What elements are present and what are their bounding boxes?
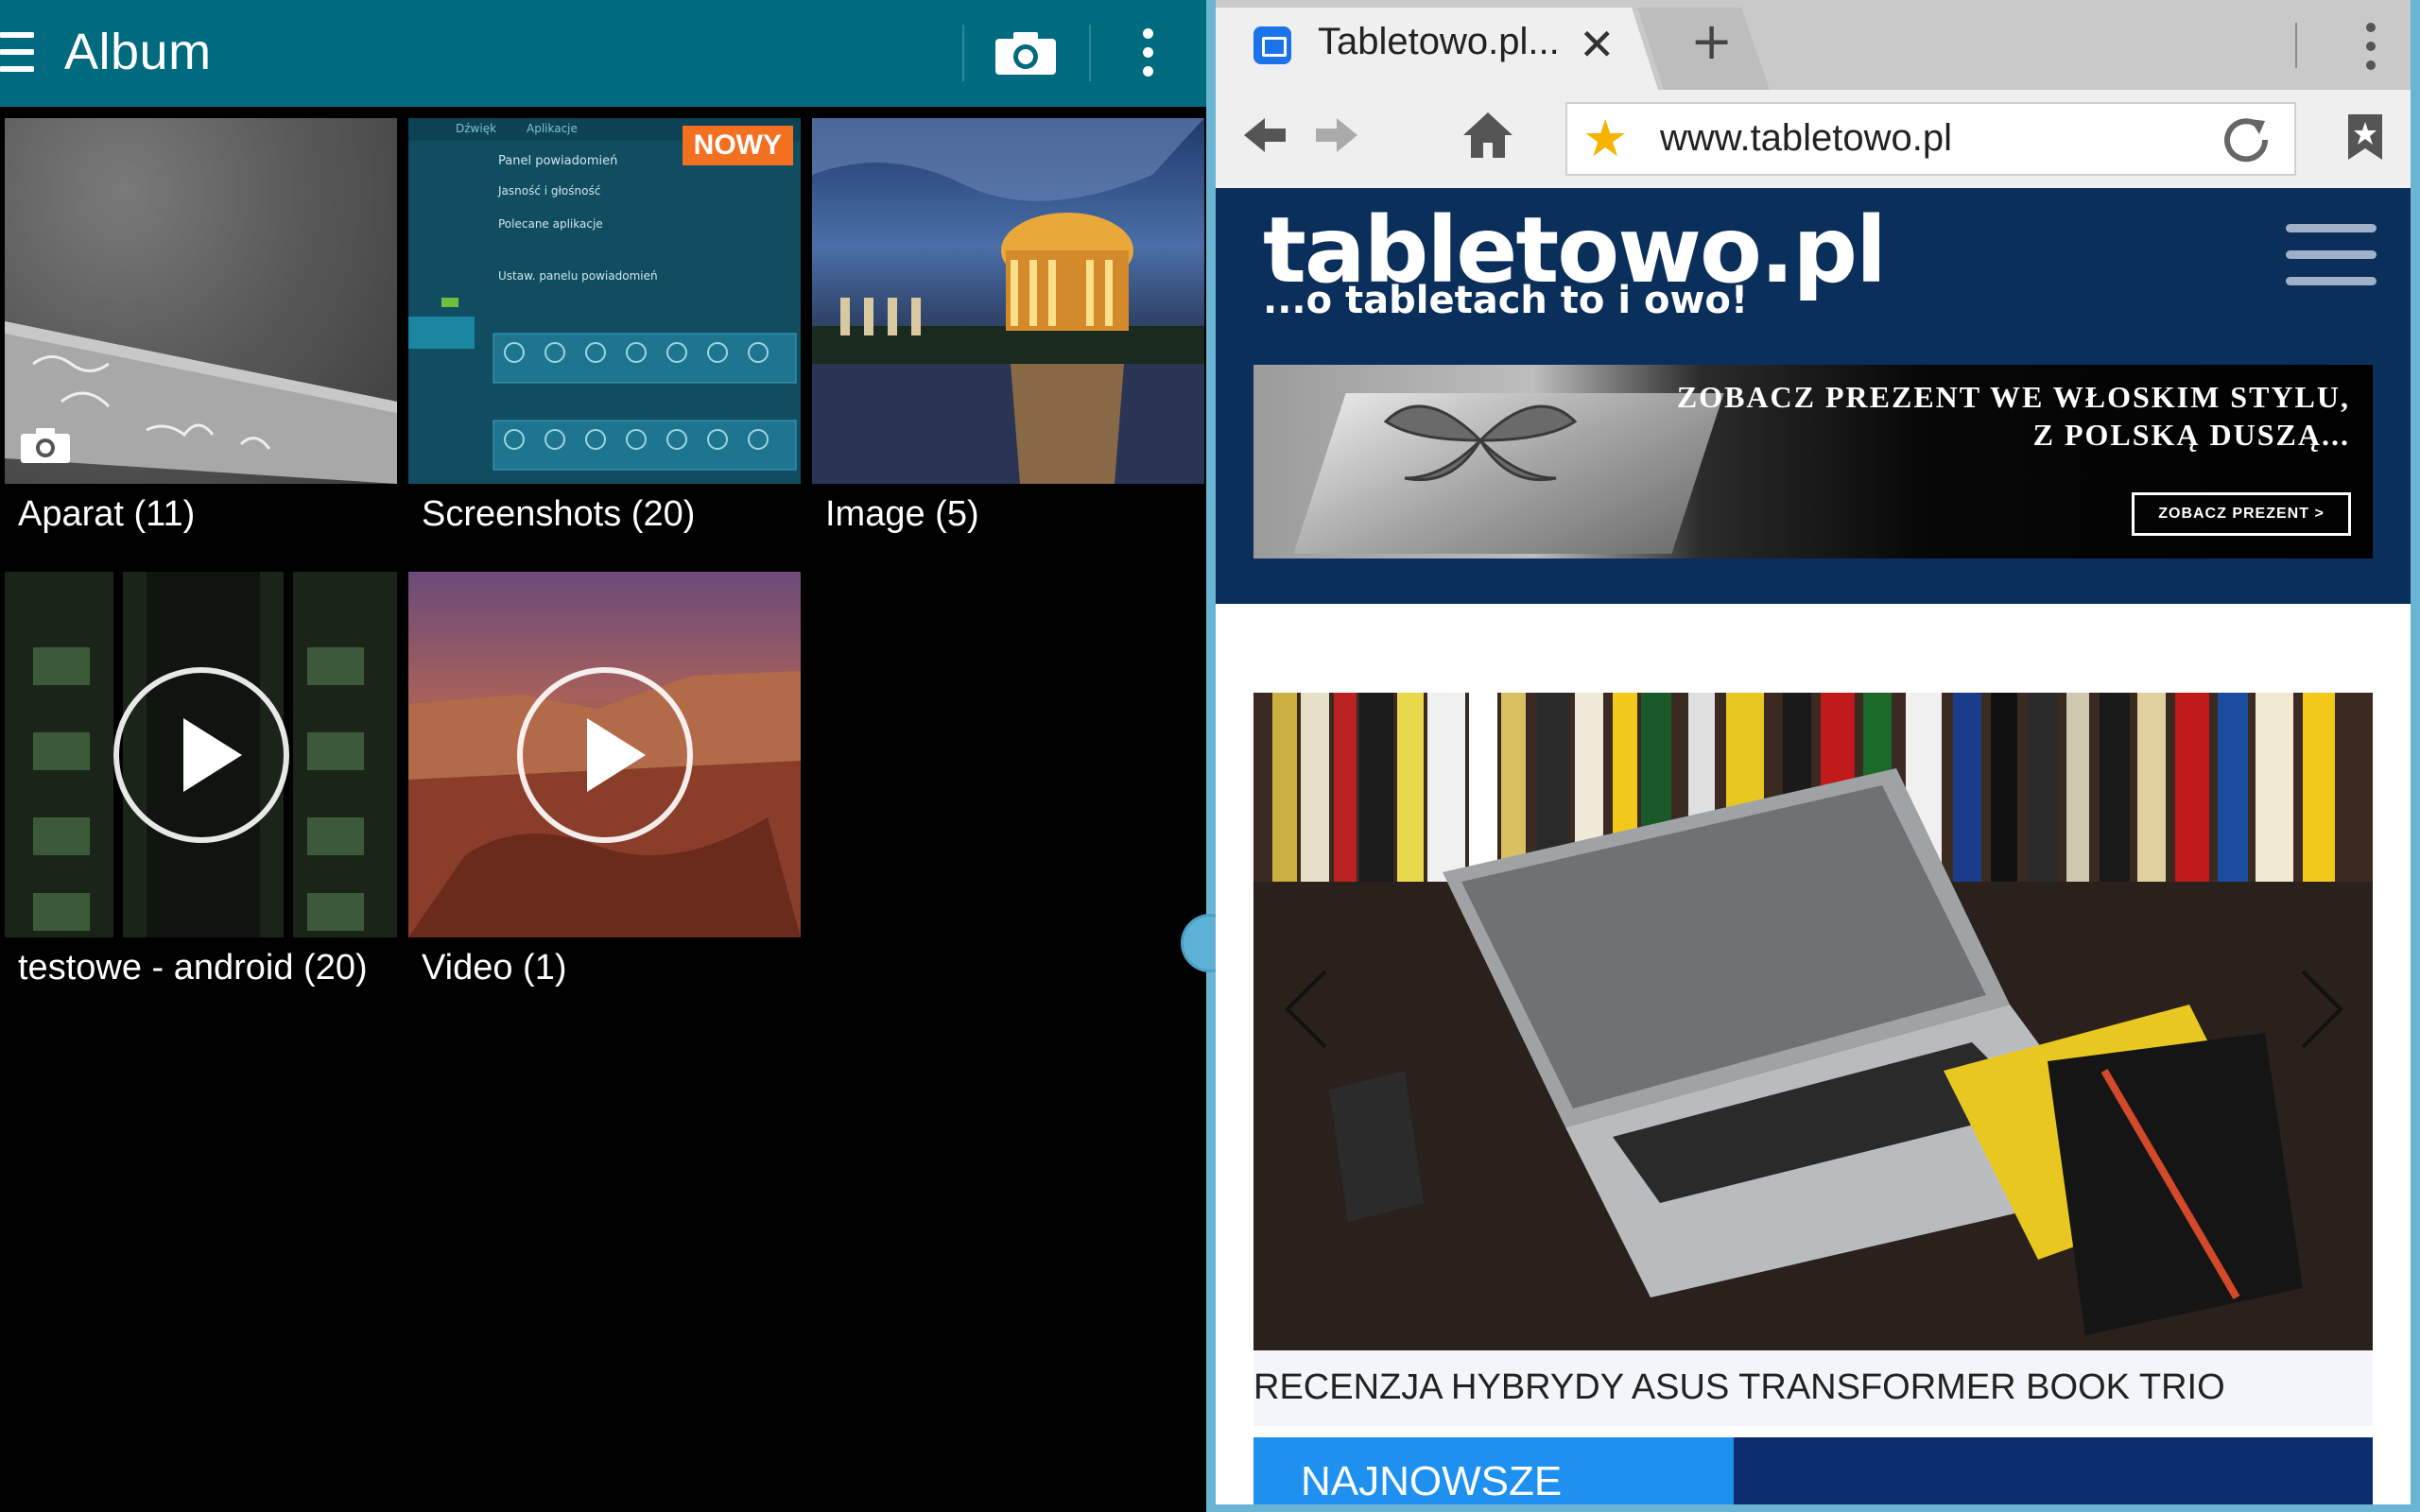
album-thumbnail: [812, 118, 1204, 484]
camera-icon[interactable]: [994, 30, 1057, 76]
slide-caption[interactable]: RECENZJA HYBRYDY ASUS TRANSFORMER BOOK T…: [1253, 1350, 2373, 1426]
drawer-menu-icon[interactable]: [0, 32, 36, 74]
laptop-photo: [1253, 693, 2373, 1350]
play-icon: [516, 666, 693, 843]
new-badge: NOWY: [682, 126, 793, 165]
banner-cta-button[interactable]: ZOBACZ PREZENT >: [2132, 492, 2351, 536]
favicon-icon: [1253, 26, 1291, 64]
newest-section: NAJNOWSZE: [1253, 1437, 2373, 1504]
back-arrow-icon[interactable]: [1236, 107, 1293, 163]
article-title[interactable]: RECENZJA HYBRYDY ASUS TRANSFORMER BOOK T…: [1253, 1367, 2225, 1408]
site-tagline: ...o tabletach to i owo!: [1263, 279, 1749, 322]
address-bar[interactable]: ★ www.tabletowo.pl: [1565, 102, 2296, 176]
close-icon[interactable]: ✕: [1579, 19, 1616, 70]
section-label: NAJNOWSZE: [1301, 1458, 1563, 1504]
action-separator: [962, 25, 964, 81]
browser-app: + Tabletowo.pl... ✕ ★ www.tabletowo.pl t…: [1216, 0, 2420, 1512]
action-separator: [1089, 25, 1091, 81]
banner-headline: ZOBACZ PREZENT WE WŁOSKIM STYLU,: [1676, 380, 2350, 414]
album-thumbnail: [5, 118, 397, 484]
tab-strip: + Tabletowo.pl... ✕: [1216, 0, 2411, 90]
tab-newest[interactable]: NAJNOWSZE: [1253, 1437, 1734, 1504]
album-thumbnail: Dźwięk Aplikacje Panel powiadomień Jasno…: [408, 118, 801, 484]
album-label: Aparat (11): [18, 494, 196, 534]
play-icon: [112, 666, 289, 843]
album-label: Screenshots (20): [422, 494, 696, 534]
site-header: tabletowo.pl ...o tabletach to i owo! ZO…: [1216, 188, 2411, 604]
gallery-title: Album: [64, 24, 212, 80]
split-screen-divider[interactable]: [1206, 0, 1216, 1512]
chevron-right-icon[interactable]: [2293, 967, 2350, 1052]
site-menu-icon[interactable]: [2286, 224, 2377, 286]
ribbon-bow-image: [1383, 404, 1578, 482]
album-label: testowe - android (20): [18, 948, 368, 988]
palace-photo: [812, 118, 1204, 484]
url-text[interactable]: www.tabletowo.pl: [1660, 117, 1952, 160]
star-icon[interactable]: ★: [1582, 112, 1628, 166]
banner-headline: Z POLSKĄ DUSZĄ...: [2032, 418, 2350, 452]
plus-icon[interactable]: +: [1690, 11, 1733, 71]
tab-separator: [2295, 23, 2297, 68]
album-thumbnail: [408, 572, 801, 937]
browser-toolbar: ★ www.tabletowo.pl: [1216, 90, 2411, 188]
gallery-action-bar: Album: [0, 0, 1206, 107]
camera-icon: [21, 428, 70, 463]
forward-arrow-icon[interactable]: [1308, 107, 1365, 163]
album-label: Image (5): [825, 494, 979, 534]
chevron-left-icon[interactable]: [1278, 967, 1335, 1052]
tab-title: Tabletowo.pl...: [1318, 21, 1560, 62]
advert-banner[interactable]: ZOBACZ PREZENT WE WŁOSKIM STYLU, Z POLSK…: [1253, 365, 2373, 558]
album-label: Video (1): [422, 948, 567, 988]
home-icon[interactable]: [1460, 107, 1516, 163]
album-thumbnail: [5, 572, 397, 937]
article-slider[interactable]: [1253, 693, 2373, 1350]
overflow-menu-icon[interactable]: [1134, 26, 1163, 79]
bookmarks-icon[interactable]: [2344, 112, 2386, 162]
reload-icon[interactable]: [2221, 115, 2271, 164]
settings-screenshot-image: [408, 298, 797, 471]
gallery-app: Album Aparat (11) Dźwięk Aplikacje Panel…: [0, 0, 1206, 1512]
overflow-menu-icon[interactable]: [2358, 21, 2386, 74]
